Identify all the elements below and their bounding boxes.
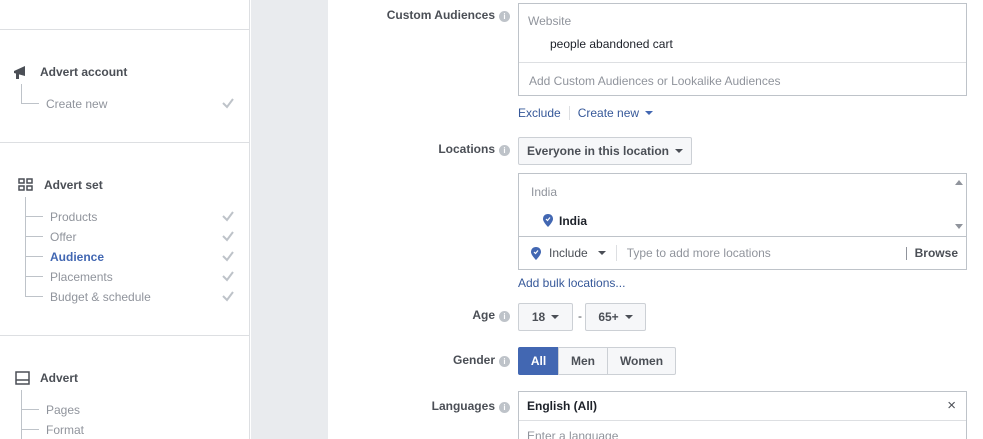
tree-line bbox=[21, 103, 39, 104]
info-icon[interactable]: i bbox=[499, 402, 510, 413]
chevron-down-icon[interactable] bbox=[645, 111, 654, 115]
section-title-advert-set[interactable]: Advert set bbox=[44, 178, 103, 192]
scroll-down-icon[interactable] bbox=[955, 224, 963, 229]
age-label: Age bbox=[472, 308, 495, 322]
browse-button[interactable]: Browse bbox=[915, 246, 958, 260]
sidebar-divider bbox=[0, 335, 250, 336]
tree-line bbox=[25, 296, 43, 297]
chevron-down-icon bbox=[624, 315, 633, 319]
box-divider bbox=[519, 420, 966, 421]
create-new-link[interactable]: Create new bbox=[578, 106, 639, 120]
custom-audiences-actions: Exclude Create new bbox=[518, 106, 654, 120]
age-max-dropdown[interactable]: 65+ bbox=[585, 303, 646, 331]
exclude-link[interactable]: Exclude bbox=[518, 106, 561, 120]
grid-icon bbox=[18, 178, 33, 191]
check-icon bbox=[222, 251, 234, 262]
box-divider bbox=[519, 62, 966, 63]
age-separator: - bbox=[578, 309, 582, 323]
chevron-down-icon bbox=[551, 315, 560, 319]
location-token[interactable]: India bbox=[559, 214, 587, 228]
advert-icon bbox=[15, 371, 30, 385]
custom-audiences-input[interactable]: Add Custom Audiences or Lookalike Audien… bbox=[529, 74, 781, 88]
languages-label-row: Languages i bbox=[432, 399, 510, 413]
sidebar-divider bbox=[0, 142, 250, 143]
tree-line bbox=[21, 390, 22, 439]
sidebar-item-products[interactable]: Products bbox=[50, 210, 97, 224]
input-separator bbox=[615, 245, 617, 261]
location-search-input[interactable]: Type to add more locations bbox=[627, 246, 771, 260]
check-icon bbox=[222, 271, 234, 282]
location-type-dropdown[interactable]: Everyone in this location bbox=[518, 137, 692, 165]
input-separator bbox=[905, 246, 907, 260]
link-separator bbox=[568, 106, 570, 120]
check-icon bbox=[222, 211, 234, 222]
tree-line bbox=[25, 256, 43, 257]
add-bulk-locations-link[interactable]: Add bulk locations... bbox=[518, 276, 625, 290]
sidebar: Advert account Create new Advert set Pro… bbox=[0, 0, 250, 439]
browse-wrap: Browse bbox=[905, 246, 958, 260]
sidebar-item-budget-schedule[interactable]: Budget & schedule bbox=[50, 290, 151, 304]
gender-label-row: Gender i bbox=[453, 353, 510, 367]
chevron-down-icon[interactable] bbox=[597, 251, 606, 255]
audience-form: Custom Audiences i Website people abandon… bbox=[328, 0, 983, 439]
languages-label: Languages bbox=[431, 399, 495, 413]
info-icon[interactable]: i bbox=[499, 11, 510, 22]
gender-women-button[interactable]: Women bbox=[607, 347, 676, 375]
chevron-down-icon bbox=[675, 149, 684, 153]
location-type-value: Everyone in this location bbox=[526, 144, 670, 158]
sidebar-item-audience[interactable]: Audience bbox=[50, 250, 104, 264]
age-min-value: 18 bbox=[531, 310, 546, 324]
locations-group-label: India bbox=[531, 185, 558, 199]
custom-audiences-group-label: Website bbox=[528, 14, 572, 28]
locations-box: India India Include Type to add more loc… bbox=[518, 173, 967, 270]
section-title-advert[interactable]: Advert bbox=[40, 371, 78, 385]
gender-label: Gender bbox=[452, 353, 495, 367]
check-icon bbox=[222, 98, 234, 109]
scroll-up-icon[interactable] bbox=[955, 180, 963, 185]
check-icon bbox=[222, 291, 234, 302]
sidebar-item-offer[interactable]: Offer bbox=[50, 230, 76, 244]
gender-men-button[interactable]: Men bbox=[558, 347, 608, 375]
remove-language-icon[interactable]: × bbox=[947, 397, 956, 414]
location-pin-icon bbox=[531, 246, 541, 260]
age-max-value: 65+ bbox=[598, 310, 619, 324]
tree-line bbox=[25, 276, 43, 277]
tree-line bbox=[21, 409, 39, 410]
custom-audiences-label-row: Custom Audiences i bbox=[387, 8, 510, 22]
custom-audience-token[interactable]: people abandoned cart bbox=[550, 37, 673, 51]
check-icon bbox=[222, 231, 234, 242]
tree-line bbox=[25, 236, 43, 237]
info-icon[interactable]: i bbox=[499, 311, 510, 322]
language-token[interactable]: English (All) bbox=[527, 399, 597, 413]
sidebar-item-placements[interactable]: Placements bbox=[50, 270, 113, 284]
info-icon[interactable]: i bbox=[499, 356, 510, 367]
age-min-dropdown[interactable]: 18 bbox=[518, 303, 573, 331]
gender-all-button[interactable]: All bbox=[518, 347, 559, 375]
language-search-input[interactable]: Enter a language bbox=[527, 429, 618, 439]
tree-line bbox=[25, 197, 26, 297]
custom-audiences-label: Custom Audiences bbox=[386, 8, 495, 22]
tree-line bbox=[21, 84, 22, 104]
tree-line bbox=[25, 216, 43, 217]
locations-label-row: Locations i bbox=[438, 142, 510, 156]
gutter bbox=[251, 0, 328, 439]
languages-box: English (All) × Enter a language bbox=[518, 391, 967, 439]
include-dropdown[interactable]: Include bbox=[549, 246, 588, 260]
info-icon[interactable]: i bbox=[499, 145, 510, 156]
sidebar-divider bbox=[0, 29, 250, 30]
tree-line bbox=[21, 429, 39, 430]
age-label-row: Age i bbox=[472, 308, 510, 322]
section-title-advert-account[interactable]: Advert account bbox=[40, 65, 127, 79]
megaphone-icon bbox=[14, 66, 25, 79]
locations-label: Locations bbox=[438, 142, 495, 156]
custom-audiences-box: Website people abandoned cart Add Custom… bbox=[518, 3, 967, 96]
location-pin-icon bbox=[543, 214, 553, 227]
sidebar-item-format[interactable]: Format bbox=[46, 423, 84, 437]
sidebar-item-create-new[interactable]: Create new bbox=[46, 97, 107, 111]
location-input-row: Include Type to add more locations Brows… bbox=[519, 237, 966, 269]
scrollbar[interactable] bbox=[951, 174, 966, 236]
sidebar-item-pages[interactable]: Pages bbox=[46, 403, 80, 417]
